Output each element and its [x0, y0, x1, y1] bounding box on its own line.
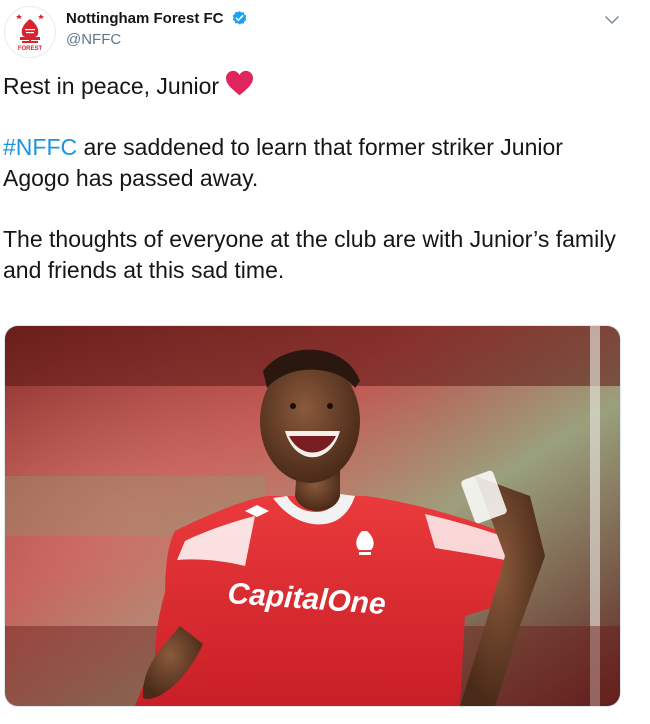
display-name[interactable]: Nottingham Forest FC [66, 10, 224, 27]
red-heart-icon [226, 70, 254, 96]
hashtag-link[interactable]: #NFFC [3, 134, 77, 160]
tweet-line-1-text: Rest in peace, Junior [3, 73, 220, 99]
tweet-header: FOREST Nottingham Forest FC @NFFC [0, 0, 650, 66]
tweet-paragraph-3: The thoughts of everyone at the club are… [3, 226, 616, 283]
tweet-text: Rest in peace, Junior #NFFC are saddened… [3, 70, 633, 286]
account-handle[interactable]: @NFFC [66, 31, 248, 48]
tweet-photo[interactable]: CapitalOne [4, 325, 621, 707]
avatar-caption: FOREST [18, 46, 43, 52]
account-names: Nottingham Forest FC @NFFC [66, 10, 248, 48]
player-photo: CapitalOne [5, 326, 620, 706]
tweet-paragraph-2: #NFFC are saddened to learn that former … [3, 132, 633, 194]
avatar[interactable]: FOREST [4, 6, 56, 58]
chevron-down-icon[interactable] [602, 10, 622, 30]
nottingham-forest-crest-icon: FOREST [16, 14, 44, 52]
tweet-line-1: Rest in peace, Junior [3, 70, 633, 102]
verified-badge-icon [232, 11, 247, 25]
tweet-paragraph-2-text: are saddened to learn that former strike… [3, 134, 563, 191]
